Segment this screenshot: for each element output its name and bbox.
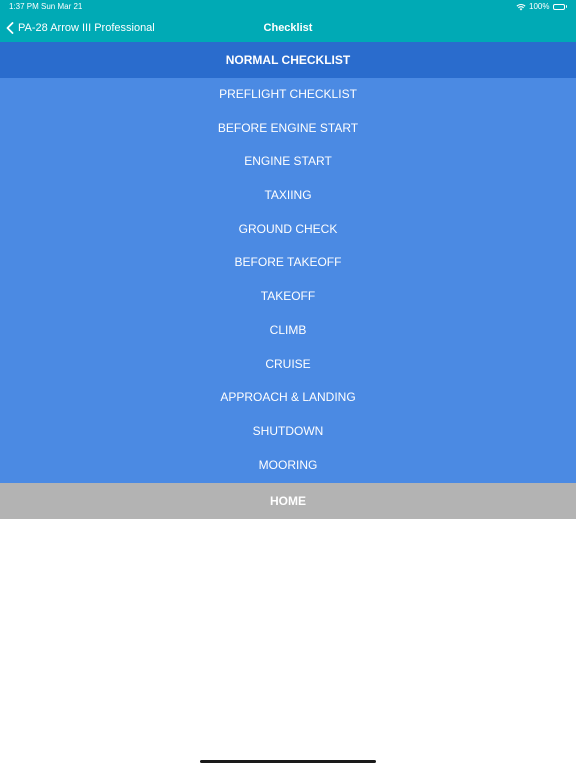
status-bar: 1:37 PM Sun Mar 21 100% — [0, 0, 576, 14]
list-item-shutdown[interactable]: SHUTDOWN — [0, 415, 576, 449]
home-indicator[interactable] — [200, 760, 376, 763]
home-button[interactable]: HOME — [0, 483, 576, 519]
list-item-cruise[interactable]: CRUISE — [0, 348, 576, 382]
status-time: 1:37 PM — [9, 2, 39, 11]
battery-icon — [552, 3, 567, 10]
list-item-approach-landing[interactable]: APPROACH & LANDING — [0, 381, 576, 415]
battery-percent: 100% — [529, 2, 550, 11]
list-item-preflight-checklist[interactable]: PREFLIGHT CHECKLIST — [0, 78, 576, 112]
list-item-engine-start[interactable]: ENGINE START — [0, 145, 576, 179]
chevron-left-icon — [6, 22, 14, 34]
list-item-mooring[interactable]: MOORING — [0, 449, 576, 483]
nav-bar: PA-28 Arrow III Professional Checklist — [0, 14, 576, 42]
list-item-takeoff[interactable]: TAKEOFF — [0, 280, 576, 314]
back-button[interactable]: PA-28 Arrow III Professional — [6, 14, 155, 42]
section-header-normal-checklist: NORMAL CHECKLIST — [0, 42, 576, 78]
list-item-before-takeoff[interactable]: BEFORE TAKEOFF — [0, 246, 576, 280]
back-label: PA-28 Arrow III Professional — [18, 22, 155, 34]
status-right: 100% — [516, 2, 567, 11]
top-bar: 1:37 PM Sun Mar 21 100% PA-28 Arrow III … — [0, 0, 576, 42]
list-item-taxiing[interactable]: TAXIING — [0, 179, 576, 213]
list-item-ground-check[interactable]: GROUND CHECK — [0, 213, 576, 247]
wifi-icon — [516, 3, 526, 11]
status-date: Sun Mar 21 — [41, 2, 83, 11]
list-item-climb[interactable]: CLIMB — [0, 314, 576, 348]
checklist-list: PREFLIGHT CHECKLIST BEFORE ENGINE START … — [0, 78, 576, 483]
list-item-before-engine-start[interactable]: BEFORE ENGINE START — [0, 112, 576, 146]
screen: 1:37 PM Sun Mar 21 100% PA-28 Arrow III … — [0, 0, 576, 768]
